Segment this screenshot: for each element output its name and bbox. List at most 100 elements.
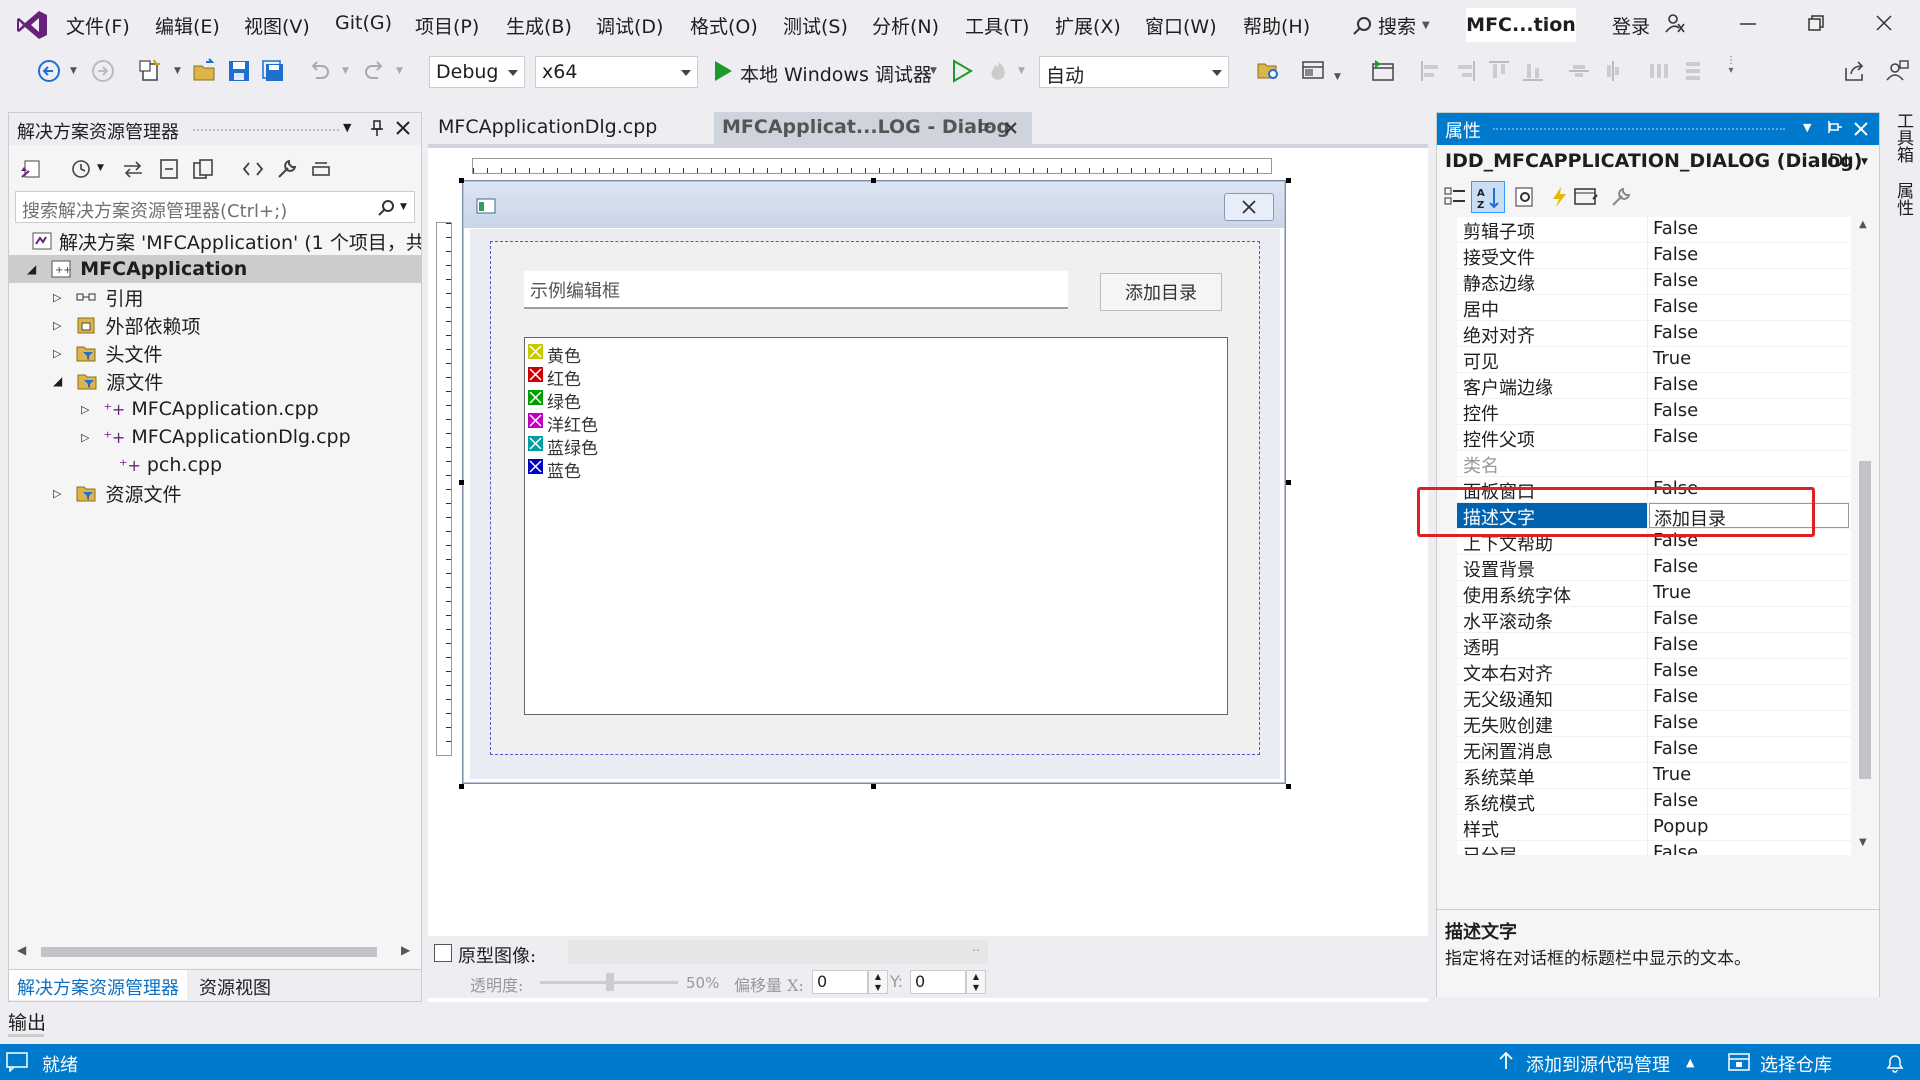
tree-item[interactable]: 蓝绿色 — [547, 434, 598, 459]
property-row[interactable]: 样式 Popup — [1457, 815, 1851, 841]
tree-file-row[interactable]: ▷ ⁺+ MFCApplication.cpp — [81, 395, 319, 423]
align-right-icon[interactable] — [1452, 58, 1480, 86]
property-row[interactable]: 透明 False — [1457, 633, 1851, 659]
forward-icon[interactable] — [90, 58, 118, 86]
pin-icon[interactable] — [978, 120, 992, 136]
property-value[interactable]: False — [1649, 789, 1849, 814]
collapsed-arrow-icon[interactable]: ▷ — [81, 431, 89, 444]
chevron-down-icon[interactable]: ▼ — [930, 66, 937, 76]
property-row[interactable]: 已分层False — [1457, 841, 1851, 855]
menu-analyze[interactable]: 分析(N) — [872, 12, 939, 39]
save-icon[interactable] — [226, 58, 254, 86]
resize-handle[interactable] — [1286, 784, 1291, 789]
pin-icon[interactable] — [1827, 119, 1843, 137]
resize-handle[interactable] — [1286, 178, 1291, 183]
notification-bell-icon[interactable] — [1884, 1052, 1906, 1074]
close-icon[interactable] — [1004, 121, 1018, 135]
resize-handle[interactable] — [459, 178, 464, 183]
scroll-thumb[interactable] — [1859, 461, 1871, 779]
collapsed-arrow-icon[interactable]: ▷ — [53, 487, 61, 500]
property-value[interactable]: Popup — [1649, 815, 1849, 840]
events-lightning-icon[interactable] — [1547, 185, 1571, 209]
property-value[interactable]: False — [1649, 295, 1849, 320]
chevron-down-icon[interactable]: ▼ — [1861, 157, 1868, 167]
collapsed-arrow-icon[interactable]: ▷ — [53, 291, 61, 304]
collapsed-arrow-icon[interactable]: ▷ — [53, 347, 61, 360]
chevron-down-icon[interactable]: ▼ — [396, 66, 403, 76]
run-debugger-button[interactable]: 本地 Windows 调试器 — [740, 60, 932, 87]
chevron-down-icon[interactable]: ▼ — [97, 163, 104, 173]
property-value[interactable]: True — [1649, 347, 1849, 372]
new-project-icon[interactable] — [138, 58, 166, 86]
vertical-ruler[interactable] — [436, 222, 452, 756]
property-row[interactable]: 类名 — [1457, 451, 1851, 477]
message-icon[interactable] — [6, 1052, 28, 1072]
categorized-icon[interactable] — [1443, 185, 1467, 209]
scroll-up-icon[interactable]: ▲ — [1859, 219, 1867, 230]
tree-item[interactable]: 绿色 — [547, 388, 581, 413]
scroll-left-icon[interactable]: ◀ — [17, 943, 26, 957]
search-box[interactable]: 搜索 ▼ — [1352, 12, 1430, 39]
browse-button[interactable]: .. — [964, 940, 988, 964]
tab-dialog-active[interactable]: MFCApplicat...LOG - Dialog — [714, 112, 1032, 144]
space-across-icon[interactable] — [1646, 58, 1674, 86]
menu-build[interactable]: 生成(B) — [506, 12, 572, 39]
scroll-down-icon[interactable]: ▼ — [1859, 837, 1867, 848]
chevron-down-icon[interactable]: ▼ — [1334, 72, 1341, 82]
offset-x-input[interactable]: 0 — [812, 970, 868, 994]
add-to-source-control[interactable]: 添加到源代码管理 — [1526, 1051, 1670, 1077]
resize-handle[interactable] — [459, 784, 464, 789]
undo-icon[interactable] — [306, 58, 334, 86]
property-value[interactable]: False — [1649, 737, 1849, 762]
tree-item[interactable]: 红色 — [547, 365, 581, 390]
menu-view[interactable]: 视图(V) — [244, 12, 310, 39]
property-row[interactable]: 居中 False — [1457, 295, 1851, 321]
expanded-arrow-icon[interactable]: ◢ — [53, 374, 62, 388]
config-dropdown[interactable]: Debug — [429, 56, 525, 88]
property-row[interactable]: 使用系统字体 True — [1457, 581, 1851, 607]
preview-selected-icon[interactable] — [309, 157, 333, 181]
property-value[interactable] — [1649, 451, 1849, 476]
platform-dropdown[interactable]: x64 — [535, 56, 698, 88]
chevron-down-icon[interactable]: ▼ — [342, 66, 349, 76]
view-code-icon[interactable] — [241, 157, 265, 181]
property-row[interactable]: 绝对对齐 False — [1457, 321, 1851, 347]
menu-file[interactable]: 文件(F) — [66, 12, 130, 39]
tree-external-deps-row[interactable]: ▷ 外部依赖项 — [53, 311, 200, 339]
search-icon[interactable] — [376, 198, 396, 218]
sync-with-document-icon[interactable] — [19, 157, 43, 181]
align-top-icon[interactable] — [1486, 58, 1514, 86]
layout-icon[interactable] — [1300, 58, 1328, 86]
property-value[interactable]: True — [1649, 763, 1849, 788]
property-value[interactable]: False — [1649, 425, 1849, 450]
minimize-icon[interactable] — [1738, 13, 1758, 33]
property-value[interactable]: False — [1649, 659, 1849, 684]
property-row[interactable]: 水平滚动条 False — [1457, 607, 1851, 633]
resize-handle[interactable] — [871, 178, 876, 183]
property-value[interactable]: False — [1649, 269, 1849, 294]
property-row[interactable]: 设置背景 False — [1457, 555, 1851, 581]
offset-y-input[interactable]: 0 — [910, 970, 966, 994]
pending-changes-icon[interactable] — [121, 157, 145, 181]
tree-item[interactable]: 洋红色 — [547, 411, 598, 436]
tree-header-files-row[interactable]: ▷ 头文件 — [53, 339, 162, 367]
messages-icon[interactable] — [1573, 185, 1599, 209]
collapse-all-icon[interactable] — [157, 157, 181, 181]
property-row[interactable]: 文本右对齐 False — [1457, 659, 1851, 685]
menu-help[interactable]: 帮助(H) — [1243, 12, 1310, 39]
property-pages-icon[interactable] — [1513, 185, 1537, 209]
horizontal-ruler[interactable] — [472, 158, 1272, 174]
property-row[interactable]: 客户端边缘 False — [1457, 373, 1851, 399]
resize-handle[interactable] — [459, 480, 464, 485]
chevron-down-icon[interactable]: ▼ — [174, 66, 181, 76]
property-value[interactable]: False — [1649, 607, 1849, 632]
tree-control[interactable] — [524, 337, 1228, 715]
property-row[interactable]: 无闲置消息 False — [1457, 737, 1851, 763]
start-without-debug-icon[interactable] — [951, 59, 973, 83]
test-dialog-icon[interactable] — [1370, 58, 1398, 86]
alphabetical-button[interactable]: AZ — [1471, 181, 1505, 213]
run-icon[interactable] — [712, 59, 734, 83]
property-value[interactable]: True — [1649, 581, 1849, 606]
open-folder-icon[interactable] — [192, 58, 220, 86]
menu-extensions[interactable]: 扩展(X) — [1055, 12, 1121, 39]
